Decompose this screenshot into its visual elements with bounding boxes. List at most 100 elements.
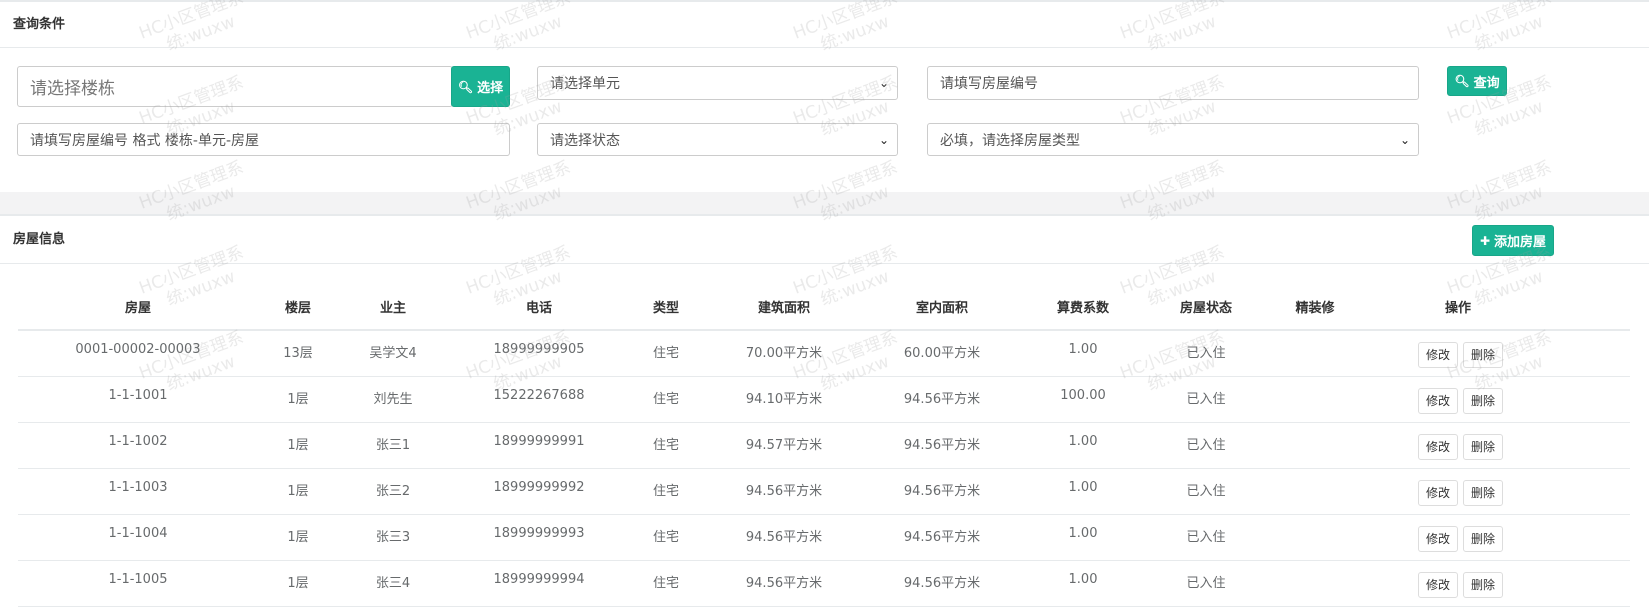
cell-floor: 1层 [287,438,309,453]
room-number-placeholder: 请填写房屋编号 [940,76,1038,92]
table-row: 1-1-1004 1层 张三3 18999999993 住宅 94.56平方米 94.56平… [18,515,1630,561]
edit-button[interactable]: 修改 [1417,572,1458,598]
select-building-button[interactable]: 🔍︎ 选择 [451,66,510,107]
cell-owner: 张三2 [375,484,411,499]
edit-button[interactable]: 修改 [1417,434,1458,460]
search-button-label: 查询 [1473,75,1500,91]
select-button-label: 选择 [477,81,504,96]
cell-room-status: 已入住 [1186,392,1226,407]
room-number-input[interactable]: 请填写房屋编号 [927,66,1419,100]
table-row: 0001-00002-00003 13层 吴学文4 18999999905 住宅 70.0… [18,331,1630,377]
cell-decoration [1265,469,1365,514]
edit-button[interactable]: 修改 [1417,480,1458,506]
edit-button[interactable]: 修改 [1417,388,1458,414]
cell-fee-coefficient: 100.00 [1060,388,1106,403]
table-row: 1-1-1002 1层 张三1 18999999991 住宅 94.57平方米 94.56平… [18,423,1630,469]
building-input[interactable]: 请选择楼栋 [17,66,453,107]
building-input-placeholder: 请选择楼栋 [30,79,115,99]
delete-button[interactable]: 删除 [1463,434,1504,460]
cell-floor: 1层 [287,484,309,499]
cell-room: 1-1-1003 [108,480,168,495]
cell-fee-coefficient: 1.00 [1068,526,1098,541]
cell-actions: 修改 删除 [1383,331,1533,376]
cell-phone: 15222267688 [493,388,585,403]
cell-owner: 张三4 [375,576,411,591]
chevron-down-icon: ⌄ [878,76,889,90]
column-header-fee-coefficient: 算费系数 [1056,301,1109,316]
unit-select[interactable]: 请选择单元 ⌄ [537,66,898,100]
table-header: 房屋 楼层 业主 电话 类型 建筑面积 室内面积 算费系数 房屋状态 精装修 操作 [18,284,1630,331]
status-select-value: 请选择状态 [550,132,620,149]
table-row: 1-1-1003 1层 张三2 18999999992 住宅 94.56平方米 94.56平… [18,469,1630,515]
cell-type: 住宅 [652,346,679,361]
cell-owner: 刘先生 [373,392,413,407]
edit-button[interactable]: 修改 [1417,526,1458,552]
room-type-select-value: 必填，请选择房屋类型 [940,132,1080,149]
cell-floor: 1层 [287,392,309,407]
delete-button[interactable]: 删除 [1463,480,1504,506]
cell-indoor-area: 94.56平方米 [903,530,981,545]
cell-type: 住宅 [652,484,679,499]
cell-type: 住宅 [652,530,679,545]
cell-fee-coefficient: 1.00 [1068,572,1098,587]
column-header-owner: 业主 [379,301,406,316]
cell-building-area: 94.10平方米 [745,392,823,407]
cell-floor: 1层 [287,576,309,591]
cell-type: 住宅 [652,392,679,407]
cell-actions: 修改 删除 [1383,423,1533,468]
cell-room: 0001-00002-00003 [75,342,201,357]
table-body: 0001-00002-00003 13层 吴学文4 18999999905 住宅 70.0… [18,331,1630,607]
cell-decoration [1265,377,1365,422]
cell-fee-coefficient: 1.00 [1068,342,1098,357]
delete-button[interactable]: 删除 [1463,572,1504,598]
cell-decoration [1265,331,1365,376]
column-header-type: 类型 [652,301,679,316]
column-header-building-area: 建筑面积 [757,301,810,316]
cell-room: 1-1-1005 [108,572,168,587]
edit-button[interactable]: 修改 [1417,342,1458,368]
room-table: 房屋 楼层 业主 电话 类型 建筑面积 室内面积 算费系数 房屋状态 精装修 操作 0001-000… [18,284,1630,607]
column-header-room-status: 房屋状态 [1179,301,1232,316]
cell-room-status: 已入住 [1186,530,1226,545]
status-select[interactable]: 请选择状态 ⌄ [537,123,898,156]
cell-type: 住宅 [652,576,679,591]
column-header-floor: 楼层 [284,301,311,316]
cell-building-area: 94.56平方米 [745,530,823,545]
cell-phone: 18999999992 [493,480,585,495]
room-format-input[interactable]: 请填写房屋编号 格式 楼栋-单元-房屋 [17,123,510,156]
delete-button[interactable]: 删除 [1463,388,1504,414]
cell-decoration [1265,423,1365,468]
cell-floor: 1层 [287,530,309,545]
cell-floor: 13层 [283,346,313,361]
cell-building-area: 70.00平方米 [745,346,823,361]
cell-indoor-area: 60.00平方米 [903,346,981,361]
add-room-label: 添加房屋 [1494,235,1547,250]
cell-room-status: 已入住 [1186,576,1226,591]
cell-owner: 吴学文4 [369,346,417,361]
cell-indoor-area: 94.56平方米 [903,392,981,407]
cell-decoration [1265,515,1365,560]
cell-room-status: 已入住 [1186,484,1226,499]
cell-room: 1-1-1001 [108,388,168,403]
cell-building-area: 94.57平方米 [745,438,823,453]
cell-building-area: 94.56平方米 [745,484,823,499]
room-info-panel: 房屋信息 ✚ 添加房屋 房屋 楼层 业主 电话 类型 建筑面积 室内面积 算费系数 房屋状态 精装… [0,214,1649,609]
cell-room-status: 已入住 [1186,438,1226,453]
chevron-down-icon: ⌄ [1399,132,1410,147]
cell-fee-coefficient: 1.00 [1068,434,1098,449]
cell-actions: 修改 删除 [1383,515,1533,560]
cell-actions: 修改 删除 [1383,561,1533,606]
search-button[interactable]: 🔍︎ 查询 [1447,66,1507,96]
room-type-select[interactable]: 必填，请选择房屋类型 ⌄ [927,123,1419,156]
column-header-indoor-area: 室内面积 [915,301,968,316]
cell-phone: 18999999993 [493,526,585,541]
delete-button[interactable]: 删除 [1463,342,1504,368]
add-room-button[interactable]: ✚ 添加房屋 [1472,225,1554,256]
chevron-down-icon: ⌄ [878,132,889,147]
search-icon: 🔍︎ [1454,74,1470,88]
query-panel: 查询条件 请选择楼栋 🔍︎ 选择 请选择单元 ⌄ 请填写房屋编号 🔍︎ 查询 请… [0,0,1649,192]
cell-actions: 修改 删除 [1383,469,1533,514]
cell-phone: 18999999905 [493,342,585,357]
delete-button[interactable]: 删除 [1463,526,1504,552]
cell-type: 住宅 [652,438,679,453]
